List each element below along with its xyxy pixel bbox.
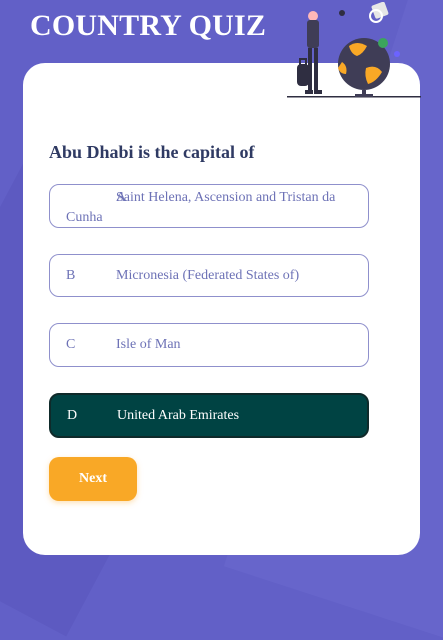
question-text: Abu Dhabi is the capital of xyxy=(49,142,255,162)
option-text: Isle of Man xyxy=(116,337,181,352)
option-text: Micronesia (Federated States of) xyxy=(116,267,300,283)
option-text: United Arab Emirates xyxy=(117,407,240,423)
app-title: COUNTRY QUIZ xyxy=(30,9,267,42)
option-a-button[interactable]: A Saint Helena, Ascension and Tristan da… xyxy=(49,184,369,228)
option-d-button-selected[interactable]: D United Arab Emirates xyxy=(49,393,369,438)
option-letter: A xyxy=(116,190,127,205)
next-button[interactable]: Next xyxy=(49,457,137,501)
option-letter: D xyxy=(67,407,78,423)
traveler-with-globe-icon xyxy=(287,2,421,98)
option-letter: B xyxy=(66,267,76,283)
option-c-button[interactable]: C Isle of Man xyxy=(49,323,369,367)
option-letter: C xyxy=(66,337,76,352)
option-b-button[interactable]: B Micronesia (Federated States of) xyxy=(49,254,369,297)
